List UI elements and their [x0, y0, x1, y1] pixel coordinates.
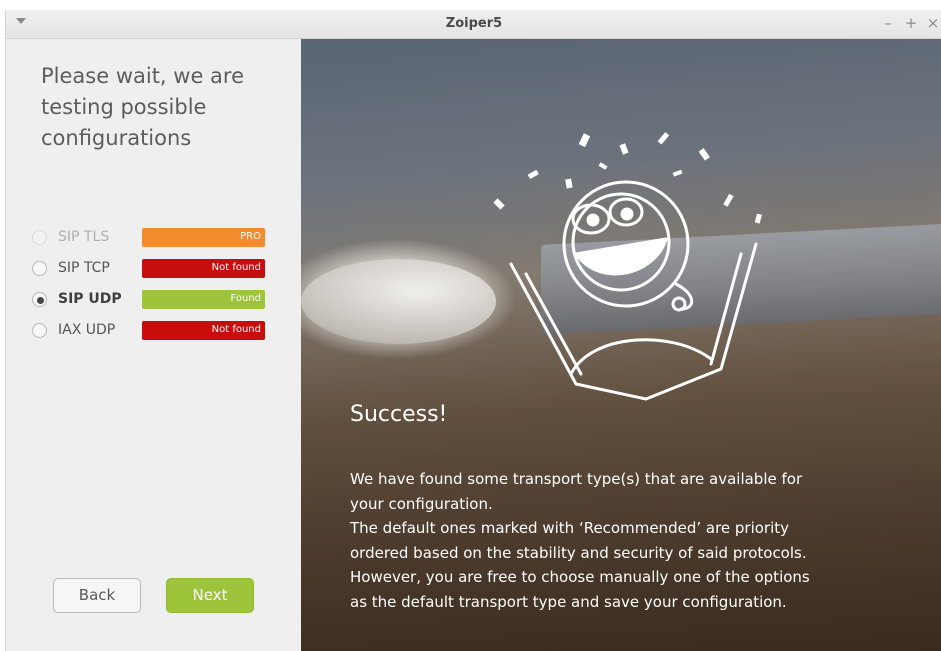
radio-iax-udp[interactable]: [32, 323, 47, 338]
description-line: your configuration.: [350, 494, 493, 513]
status-badge: PRO: [142, 228, 265, 247]
window-title: Zoiper5: [445, 16, 503, 31]
app-window: Zoiper5 – + × Please wait, we are testin…: [5, 10, 941, 651]
radio-sip-tcp[interactable]: [32, 261, 47, 276]
minimize-icon[interactable]: –: [880, 14, 896, 32]
status-badge: Found: [142, 290, 265, 309]
success-heading: Success!: [350, 402, 448, 427]
radio-sip-tls: [32, 230, 47, 245]
config-panel: Please wait, we are testing possible con…: [6, 39, 301, 651]
description-line: The default ones marked with ‘Recommende…: [350, 519, 790, 537]
transport-label: IAX UDP: [58, 322, 116, 338]
transport-label: SIP TLS: [58, 229, 110, 245]
back-button[interactable]: Back: [53, 578, 141, 613]
heading-line: Please wait, we are: [41, 64, 245, 88]
close-icon[interactable]: ×: [925, 14, 941, 32]
heading-line: testing possible: [41, 95, 207, 119]
transport-label: SIP UDP: [58, 291, 122, 307]
next-button[interactable]: Next: [166, 578, 254, 613]
radio-selected-dot: [37, 297, 44, 304]
success-panel: Success! We have found some transport ty…: [301, 39, 941, 651]
description-line: ordered based on the stability and secur…: [350, 543, 807, 562]
radio-sip-udp[interactable]: [32, 292, 47, 307]
success-description: We have found some transport type(s) tha…: [350, 467, 870, 614]
maximize-icon[interactable]: +: [903, 14, 919, 32]
description-line: as the default transport type and save y…: [350, 592, 787, 611]
page-title: Please wait, we are testing possible con…: [41, 61, 281, 154]
title-bar: Zoiper5 – + ×: [6, 10, 941, 39]
description-line: We have found some transport type(s) tha…: [350, 470, 803, 488]
heading-line: configurations: [41, 126, 192, 150]
transport-label: SIP TCP: [58, 260, 110, 276]
status-badge: Not found: [142, 321, 265, 340]
celebrating-mascot-icon: [493, 132, 762, 401]
description-line: However, you are free to choose manually…: [350, 568, 810, 586]
status-badge: Not found: [142, 259, 265, 278]
